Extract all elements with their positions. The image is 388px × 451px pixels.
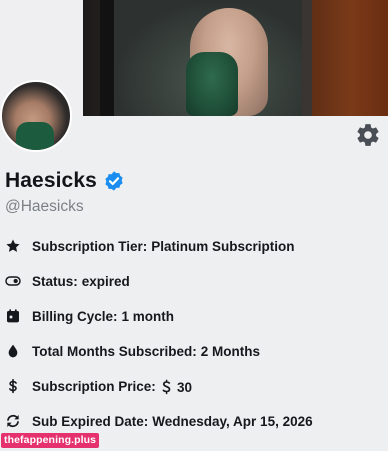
verified-badge-icon	[103, 170, 125, 192]
dollar-icon	[5, 378, 21, 394]
detail-value: Platinum Subscription	[151, 238, 295, 254]
detail-value: 2 Months	[200, 343, 260, 359]
detail-total-months: Total Months Subscribed: 2 Months	[5, 340, 260, 362]
detail-value: Wednesday, Apr 15, 2026	[152, 413, 313, 429]
star-icon	[5, 238, 21, 254]
droplet-icon	[5, 343, 21, 359]
detail-label: Total Months Subscribed:	[32, 343, 197, 359]
detail-value: expired	[81, 273, 130, 289]
detail-label: Status:	[32, 273, 78, 289]
detail-label: Subscription Price:	[32, 378, 156, 394]
avatar-outfit	[16, 122, 54, 150]
detail-label: Subscription Tier:	[32, 238, 148, 254]
profile-name: Haesicks	[5, 169, 97, 192]
refresh-icon	[5, 413, 21, 429]
detail-value: ＄ 30	[159, 380, 193, 395]
profile-name-row: Haesicks	[5, 167, 125, 195]
detail-subscription-tier: Subscription Tier: Platinum Subscription	[5, 235, 295, 257]
detail-status: Status: expired	[5, 270, 130, 292]
calendar-icon	[5, 308, 21, 324]
detail-label: Sub Expired Date:	[32, 413, 149, 429]
watermark: thefappening.plus	[1, 433, 100, 448]
detail-sub-expired-date: Sub Expired Date: Wednesday, Apr 15, 202…	[5, 410, 313, 432]
banner-figure-outfit	[186, 52, 238, 116]
toggle-icon	[5, 273, 21, 289]
detail-label: Billing Cycle:	[32, 308, 118, 324]
avatar[interactable]	[0, 80, 72, 152]
profile-handle: @Haesicks	[5, 198, 84, 215]
detail-billing-cycle: Billing Cycle: 1 month	[5, 305, 174, 327]
detail-subscription-price: Subscription Price: ＄ 30	[5, 375, 192, 397]
gear-icon[interactable]	[355, 122, 381, 148]
detail-value: 1 month	[121, 308, 175, 324]
